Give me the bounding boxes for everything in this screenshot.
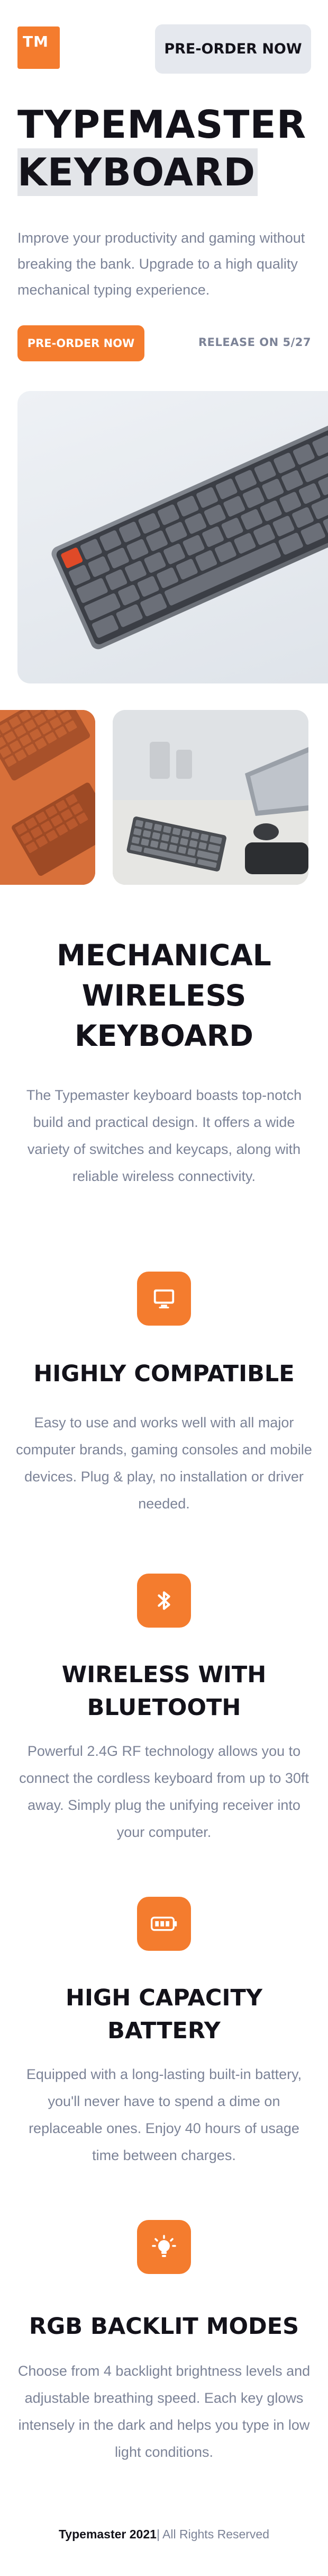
battery-icon [151, 1916, 177, 1931]
site-header: TM PRE-ORDER NOW [0, 0, 328, 74]
orange-keyboard-image [0, 710, 95, 885]
monitor-icon [153, 1289, 175, 1309]
intro-description: The Typemaster keyboard boasts top-notch… [26, 1087, 302, 1184]
feature-title-backlight: RGB BACKLIT MODES [29, 2313, 299, 2340]
hero-title: TYPEMASTER KEYBOARD [17, 101, 314, 196]
feature-description-backlight: Choose from 4 backlight brightness level… [17, 2363, 311, 2460]
hero-title-line-1: TYPEMASTER [17, 102, 307, 147]
hero-preorder-button[interactable]: PRE-ORDER NOW [17, 325, 144, 361]
header-preorder-button[interactable]: PRE-ORDER NOW [155, 24, 311, 74]
site-footer: Typemaster 2021| All Rights Reserved [0, 2527, 328, 2542]
feature-icon-badge-backlight [137, 2220, 191, 2274]
feature-description-compatible: Easy to use and works well with all majo… [16, 1415, 312, 1512]
feature-title-battery: HIGH CAPACITY BATTERY [66, 1985, 262, 2044]
feature-icon-badge-compatible [137, 1272, 191, 1326]
footer-brand: Typemaster 2021 [58, 2527, 157, 2541]
intro-title: MECHANICAL WIRELESS KEYBOARD [57, 938, 271, 1053]
desk-setup-image [113, 710, 308, 885]
keyboard-hero-image [17, 391, 328, 683]
footer-separator: | [156, 2527, 160, 2541]
feature-icon-badge-battery [137, 1897, 191, 1951]
footer-rights: All Rights Reserved [162, 2527, 270, 2541]
feature-description-battery: Equipped with a long-lasting built-in ba… [26, 2066, 302, 2163]
lightbulb-icon [152, 2235, 176, 2257]
feature-icon-badge-bluetooth [137, 1574, 191, 1628]
logo[interactable]: TM [17, 26, 60, 69]
orange-keyboard-illustration [0, 710, 95, 885]
feature-title-compatible: HIGHLY COMPATIBLE [33, 1361, 295, 1387]
release-date-link[interactable]: RELEASE ON 5/27 [198, 336, 311, 349]
keyboard-illustration [51, 419, 328, 650]
hero-description: Improve your productivity and gaming wit… [17, 230, 305, 298]
desk-setup-illustration [113, 710, 308, 885]
hero-cta-row: PRE-ORDER NOW RELEASE ON 5/27 [17, 325, 311, 361]
logo-text: TM [23, 33, 49, 50]
feature-description-bluetooth: Powerful 2.4G RF technology allows you t… [19, 1743, 309, 1840]
hero-title-line-2: KEYBOARD [17, 148, 258, 196]
feature-title-bluetooth: WIRELESS WITH BLUETOOTH [61, 1662, 267, 1721]
bluetooth-icon [158, 1591, 170, 1610]
